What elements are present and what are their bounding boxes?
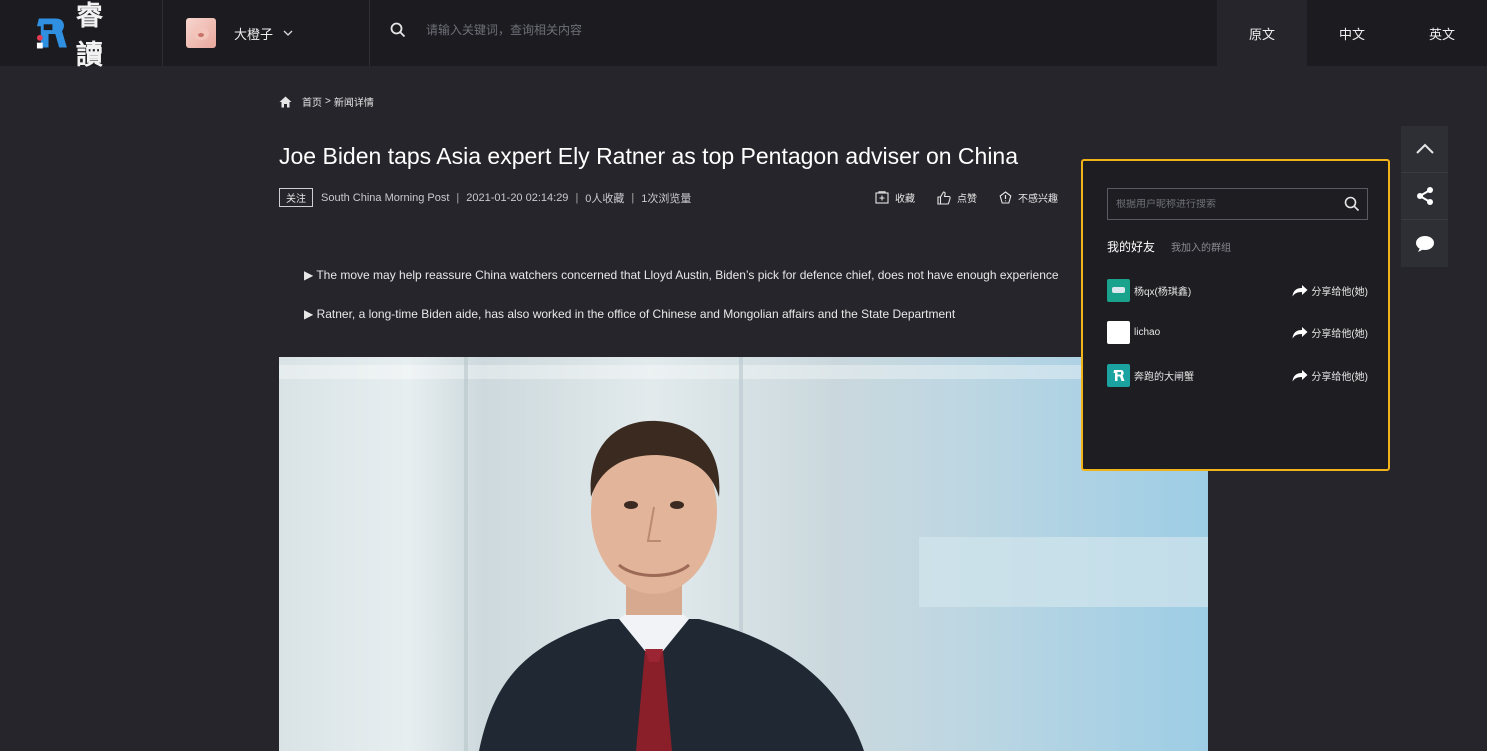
- share-to-friend-button[interactable]: 分享给他(她): [1292, 283, 1368, 298]
- friend-name: lichao: [1134, 326, 1161, 338]
- favorite-label: 收藏: [895, 194, 915, 205]
- back-to-top-button[interactable]: [1401, 126, 1448, 173]
- friend-search-input[interactable]: [1108, 198, 1344, 210]
- not-interested-button[interactable]: 不感兴趣: [999, 190, 1058, 205]
- favorite-icon: [875, 191, 889, 204]
- share-to-friend-label: 分享给他(她): [1311, 286, 1368, 298]
- avatar: [186, 18, 216, 48]
- views-count: 1次浏览量: [641, 192, 692, 205]
- share-tabs: 我的好友 我加入的群组: [1107, 238, 1231, 255]
- username: 大橙子: [234, 26, 274, 42]
- meta-divider: |: [575, 191, 579, 204]
- lang-english[interactable]: 英文: [1397, 0, 1487, 66]
- friend-row: lichao 分享给他(她): [1107, 320, 1368, 344]
- share-popup: 我的好友 我加入的群组 杨qx(杨琪鑫) 分享给他(她) lichao 分享给他…: [1081, 159, 1390, 471]
- share-to-friend-label: 分享给他(她): [1311, 371, 1368, 383]
- favorite-button[interactable]: 收藏: [875, 190, 915, 205]
- user-menu[interactable]: 大橙子: [186, 18, 293, 48]
- like-label: 点赞: [957, 194, 977, 205]
- not-interested-label: 不感兴趣: [1018, 194, 1058, 205]
- summary-bullet: ▶ The move may help reassure China watch…: [304, 268, 1059, 282]
- article-title: Joe Biden taps Asia expert Ely Ratner as…: [279, 143, 1019, 169]
- search-icon[interactable]: [390, 22, 406, 38]
- search-icon[interactable]: [1344, 196, 1360, 212]
- friend-avatar: [1107, 363, 1130, 387]
- like-button[interactable]: 点赞: [937, 190, 977, 205]
- friend-row: 杨qx(杨琪鑫) 分享给他(她): [1107, 278, 1368, 302]
- chevron-up-icon: [1415, 143, 1434, 154]
- divider: [369, 0, 370, 66]
- lang-original[interactable]: 原文: [1217, 0, 1307, 66]
- friend-name: 奔跑的大闸蟹: [1134, 371, 1194, 383]
- forward-arrow-icon: [1292, 284, 1308, 296]
- thumbs-up-icon: [937, 190, 951, 205]
- share-icon: [1416, 187, 1433, 205]
- share-to-friend-button[interactable]: 分享给他(她): [1292, 368, 1368, 383]
- breadcrumb-home-link[interactable]: 首页: [302, 94, 322, 109]
- search-bar: [390, 22, 926, 38]
- article-meta: 关注 South China Morning Post | 2021-01-20…: [279, 188, 691, 207]
- summary-bullet: ▶ Ratner, a long-time Biden aide, has al…: [304, 307, 956, 321]
- share-to-friend-button[interactable]: 分享给他(她): [1292, 325, 1368, 340]
- share-to-friend-label: 分享给他(她): [1311, 328, 1368, 340]
- share-search-bar: [1107, 188, 1368, 220]
- forward-arrow-icon: [1292, 326, 1308, 338]
- forward-arrow-icon: [1292, 369, 1308, 381]
- top-bar: 睿讀 大橙子 原文 中文 英文: [0, 0, 1487, 71]
- tab-my-friends[interactable]: 我的好友: [1107, 238, 1155, 255]
- article-actions: 收藏 点赞 不感兴趣: [875, 190, 1080, 205]
- article-datetime: 2021-01-20 02:14:29: [466, 191, 569, 204]
- person-portrait: [479, 420, 864, 751]
- divider: [162, 0, 163, 66]
- search-input[interactable]: [426, 23, 926, 37]
- meta-divider: |: [456, 191, 460, 204]
- breadcrumb-current: 新闻详情: [333, 98, 374, 109]
- breadcrumb: 首页 > 新闻详情: [279, 94, 374, 109]
- comment-button[interactable]: [1401, 220, 1448, 267]
- brand-name: 睿讀: [75, 1, 104, 71]
- friend-avatar: [1107, 278, 1130, 302]
- article-summary: ▶ The move may help reassure China watch…: [304, 268, 1059, 346]
- article-photo: [279, 357, 1208, 751]
- tab-my-groups[interactable]: 我加入的群组: [1171, 239, 1231, 254]
- chevron-down-icon: [283, 30, 293, 36]
- logo[interactable]: 睿讀: [35, 1, 130, 71]
- side-toolbar: [1401, 126, 1448, 267]
- follow-button[interactable]: 关注: [279, 188, 313, 207]
- dislike-icon: [999, 191, 1012, 204]
- logo-icon: [1113, 369, 1125, 381]
- friend-name: 杨qx(杨琪鑫): [1134, 286, 1192, 298]
- home-icon: [279, 96, 292, 107]
- article-source[interactable]: South China Morning Post: [321, 192, 449, 204]
- lang-chinese[interactable]: 中文: [1307, 0, 1397, 66]
- share-button[interactable]: [1401, 173, 1448, 220]
- favorites-count: 0人收藏: [585, 192, 625, 205]
- comment-icon: [1415, 235, 1434, 252]
- logo-icon: [36, 18, 67, 49]
- breadcrumb-separator: >: [325, 96, 331, 107]
- meta-divider: |: [631, 191, 635, 204]
- friend-avatar: [1107, 320, 1130, 344]
- friend-row: 奔跑的大闸蟹 分享给他(她): [1107, 363, 1368, 387]
